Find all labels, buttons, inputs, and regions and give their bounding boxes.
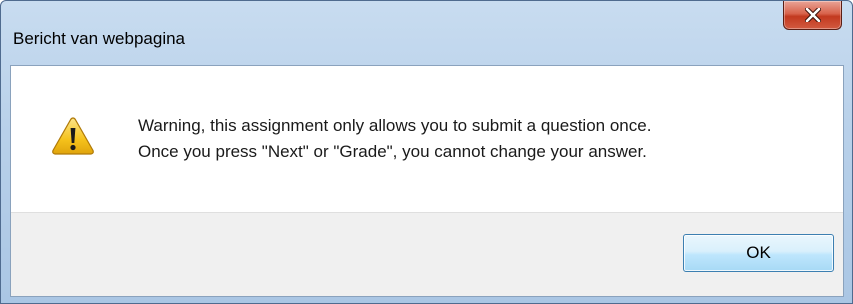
title-bar[interactable]: Bericht van webpagina [1, 1, 852, 65]
window-title: Bericht van webpagina [13, 29, 186, 48]
close-icon [804, 8, 821, 22]
message-area: Warning, this assignment only allows you… [11, 66, 843, 212]
button-bar: OK [11, 212, 843, 296]
warning-message: Warning, this assignment only allows you… [138, 113, 651, 165]
message-line-2: Once you press "Next" or "Grade", you ca… [138, 142, 647, 161]
dialog-client-area: Warning, this assignment only allows you… [10, 65, 844, 297]
close-button[interactable] [783, 1, 842, 30]
ok-button[interactable]: OK [683, 234, 834, 272]
message-line-1: Warning, this assignment only allows you… [138, 116, 652, 135]
warning-icon [52, 117, 94, 155]
dialog-window: Bericht van webpagina Warning, this assi… [0, 0, 853, 304]
